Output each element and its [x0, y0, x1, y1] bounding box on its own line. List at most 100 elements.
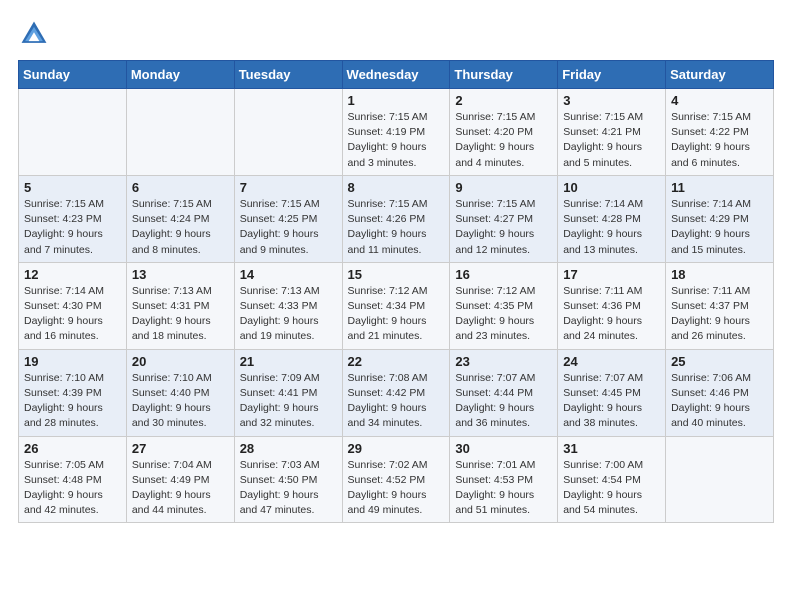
calendar-empty-cell [126, 89, 234, 176]
calendar-day-22: 22 Sunrise: 7:08 AMSunset: 4:42 PMDayligh… [342, 349, 450, 436]
day-number: 31 [563, 441, 660, 456]
weekday-header-tuesday: Tuesday [234, 61, 342, 89]
day-number: 29 [348, 441, 445, 456]
day-number: 18 [671, 267, 768, 282]
day-info: Sunrise: 7:15 AMSunset: 4:27 PMDaylight:… [455, 197, 552, 258]
day-info: Sunrise: 7:11 AMSunset: 4:36 PMDaylight:… [563, 284, 660, 345]
calendar-day-16: 16 Sunrise: 7:12 AMSunset: 4:35 PMDayligh… [450, 262, 558, 349]
day-info: Sunrise: 7:10 AMSunset: 4:39 PMDaylight:… [24, 371, 121, 432]
weekday-header-thursday: Thursday [450, 61, 558, 89]
calendar-day-26: 26 Sunrise: 7:05 AMSunset: 4:48 PMDayligh… [19, 436, 127, 523]
calendar-day-23: 23 Sunrise: 7:07 AMSunset: 4:44 PMDayligh… [450, 349, 558, 436]
day-info: Sunrise: 7:15 AMSunset: 4:20 PMDaylight:… [455, 110, 552, 171]
day-info: Sunrise: 7:02 AMSunset: 4:52 PMDaylight:… [348, 458, 445, 519]
day-number: 10 [563, 180, 660, 195]
day-info: Sunrise: 7:13 AMSunset: 4:31 PMDaylight:… [132, 284, 229, 345]
day-number: 21 [240, 354, 337, 369]
calendar-day-19: 19Sunrise: 7:10 AMSunset: 4:39 PMDayligh… [19, 349, 127, 436]
day-info: Sunrise: 7:05 AMSunset: 4:48 PMDaylight:… [24, 458, 121, 519]
calendar-day-1: 1Sunrise: 7:15 AMSunset: 4:19 PMDaylight… [342, 89, 450, 176]
day-info: Sunrise: 7:13 AMSunset: 4:33 PMDaylight:… [240, 284, 337, 345]
day-number: 22 [348, 354, 445, 369]
calendar-day-4: 4 Sunrise: 7:15 AMSunset: 4:22 PMDaylight… [666, 89, 774, 176]
day-number: 7 [240, 180, 337, 195]
calendar-week-row: 19Sunrise: 7:10 AMSunset: 4:39 PMDayligh… [19, 349, 774, 436]
header [18, 18, 774, 50]
calendar-day-13: 13 Sunrise: 7:13 AMSunset: 4:31 PMDayligh… [126, 262, 234, 349]
day-number: 8 [348, 180, 445, 195]
day-info: Sunrise: 7:11 AMSunset: 4:37 PMDaylight:… [671, 284, 768, 345]
day-info: Sunrise: 7:09 AMSunset: 4:41 PMDaylight:… [240, 371, 337, 432]
calendar-empty-cell [234, 89, 342, 176]
day-number: 27 [132, 441, 229, 456]
day-info: Sunrise: 7:15 AMSunset: 4:21 PMDaylight:… [563, 110, 660, 171]
day-number: 12 [24, 267, 121, 282]
day-number: 14 [240, 267, 337, 282]
day-number: 16 [455, 267, 552, 282]
day-number: 28 [240, 441, 337, 456]
logo-icon [18, 18, 50, 50]
day-info: Sunrise: 7:10 AMSunset: 4:40 PMDaylight:… [132, 371, 229, 432]
calendar-day-10: 10 Sunrise: 7:14 AMSunset: 4:28 PMDayligh… [558, 175, 666, 262]
day-info: Sunrise: 7:15 AMSunset: 4:22 PMDaylight:… [671, 110, 768, 171]
calendar-day-3: 3 Sunrise: 7:15 AMSunset: 4:21 PMDaylight… [558, 89, 666, 176]
day-info: Sunrise: 7:07 AMSunset: 4:44 PMDaylight:… [455, 371, 552, 432]
calendar-week-row: 12 Sunrise: 7:14 AMSunset: 4:30 PMDayligh… [19, 262, 774, 349]
day-number: 4 [671, 93, 768, 108]
calendar-day-29: 29 Sunrise: 7:02 AMSunset: 4:52 PMDayligh… [342, 436, 450, 523]
day-info: Sunrise: 7:00 AMSunset: 4:54 PMDaylight:… [563, 458, 660, 519]
day-info: Sunrise: 7:06 AMSunset: 4:46 PMDaylight:… [671, 371, 768, 432]
day-number: 1 [348, 93, 445, 108]
weekday-header-row: SundayMondayTuesdayWednesdayThursdayFrid… [19, 61, 774, 89]
day-info: Sunrise: 7:14 AMSunset: 4:28 PMDaylight:… [563, 197, 660, 258]
calendar-day-21: 21 Sunrise: 7:09 AMSunset: 4:41 PMDayligh… [234, 349, 342, 436]
calendar-week-row: 26 Sunrise: 7:05 AMSunset: 4:48 PMDayligh… [19, 436, 774, 523]
day-number: 9 [455, 180, 552, 195]
day-info: Sunrise: 7:08 AMSunset: 4:42 PMDaylight:… [348, 371, 445, 432]
day-info: Sunrise: 7:15 AMSunset: 4:23 PMDaylight:… [24, 197, 121, 258]
calendar-day-8: 8 Sunrise: 7:15 AMSunset: 4:26 PMDaylight… [342, 175, 450, 262]
calendar-day-9: 9 Sunrise: 7:15 AMSunset: 4:27 PMDaylight… [450, 175, 558, 262]
weekday-header-sunday: Sunday [19, 61, 127, 89]
day-info: Sunrise: 7:04 AMSunset: 4:49 PMDaylight:… [132, 458, 229, 519]
day-number: 23 [455, 354, 552, 369]
calendar-day-28: 28 Sunrise: 7:03 AMSunset: 4:50 PMDayligh… [234, 436, 342, 523]
calendar-day-17: 17Sunrise: 7:11 AMSunset: 4:36 PMDayligh… [558, 262, 666, 349]
calendar-day-27: 27 Sunrise: 7:04 AMSunset: 4:49 PMDayligh… [126, 436, 234, 523]
calendar-day-31: 31 Sunrise: 7:00 AMSunset: 4:54 PMDayligh… [558, 436, 666, 523]
day-number: 5 [24, 180, 121, 195]
calendar-day-5: 5 Sunrise: 7:15 AMSunset: 4:23 PMDaylight… [19, 175, 127, 262]
calendar-empty-cell [666, 436, 774, 523]
day-info: Sunrise: 7:15 AMSunset: 4:24 PMDaylight:… [132, 197, 229, 258]
day-number: 6 [132, 180, 229, 195]
calendar-day-18: 18 Sunrise: 7:11 AMSunset: 4:37 PMDayligh… [666, 262, 774, 349]
page: SundayMondayTuesdayWednesdayThursdayFrid… [0, 0, 792, 535]
day-info: Sunrise: 7:01 AMSunset: 4:53 PMDaylight:… [455, 458, 552, 519]
calendar-day-25: 25Sunrise: 7:06 AMSunset: 4:46 PMDayligh… [666, 349, 774, 436]
weekday-header-friday: Friday [558, 61, 666, 89]
day-info: Sunrise: 7:12 AMSunset: 4:35 PMDaylight:… [455, 284, 552, 345]
day-info: Sunrise: 7:15 AMSunset: 4:26 PMDaylight:… [348, 197, 445, 258]
calendar-day-24: 24Sunrise: 7:07 AMSunset: 4:45 PMDayligh… [558, 349, 666, 436]
calendar-empty-cell [19, 89, 127, 176]
logo [18, 18, 54, 50]
calendar-table: SundayMondayTuesdayWednesdayThursdayFrid… [18, 60, 774, 523]
weekday-header-wednesday: Wednesday [342, 61, 450, 89]
day-number: 3 [563, 93, 660, 108]
calendar-day-6: 6 Sunrise: 7:15 AMSunset: 4:24 PMDaylight… [126, 175, 234, 262]
calendar-day-12: 12 Sunrise: 7:14 AMSunset: 4:30 PMDayligh… [19, 262, 127, 349]
day-number: 24 [563, 354, 660, 369]
calendar-day-7: 7 Sunrise: 7:15 AMSunset: 4:25 PMDaylight… [234, 175, 342, 262]
day-info: Sunrise: 7:03 AMSunset: 4:50 PMDaylight:… [240, 458, 337, 519]
day-number: 13 [132, 267, 229, 282]
day-number: 30 [455, 441, 552, 456]
calendar-day-11: 11Sunrise: 7:14 AMSunset: 4:29 PMDayligh… [666, 175, 774, 262]
day-info: Sunrise: 7:14 AMSunset: 4:30 PMDaylight:… [24, 284, 121, 345]
day-number: 15 [348, 267, 445, 282]
day-number: 26 [24, 441, 121, 456]
calendar-day-14: 14 Sunrise: 7:13 AMSunset: 4:33 PMDayligh… [234, 262, 342, 349]
calendar-day-20: 20Sunrise: 7:10 AMSunset: 4:40 PMDayligh… [126, 349, 234, 436]
calendar-day-2: 2Sunrise: 7:15 AMSunset: 4:20 PMDaylight… [450, 89, 558, 176]
day-info: Sunrise: 7:15 AMSunset: 4:25 PMDaylight:… [240, 197, 337, 258]
calendar-day-30: 30 Sunrise: 7:01 AMSunset: 4:53 PMDayligh… [450, 436, 558, 523]
